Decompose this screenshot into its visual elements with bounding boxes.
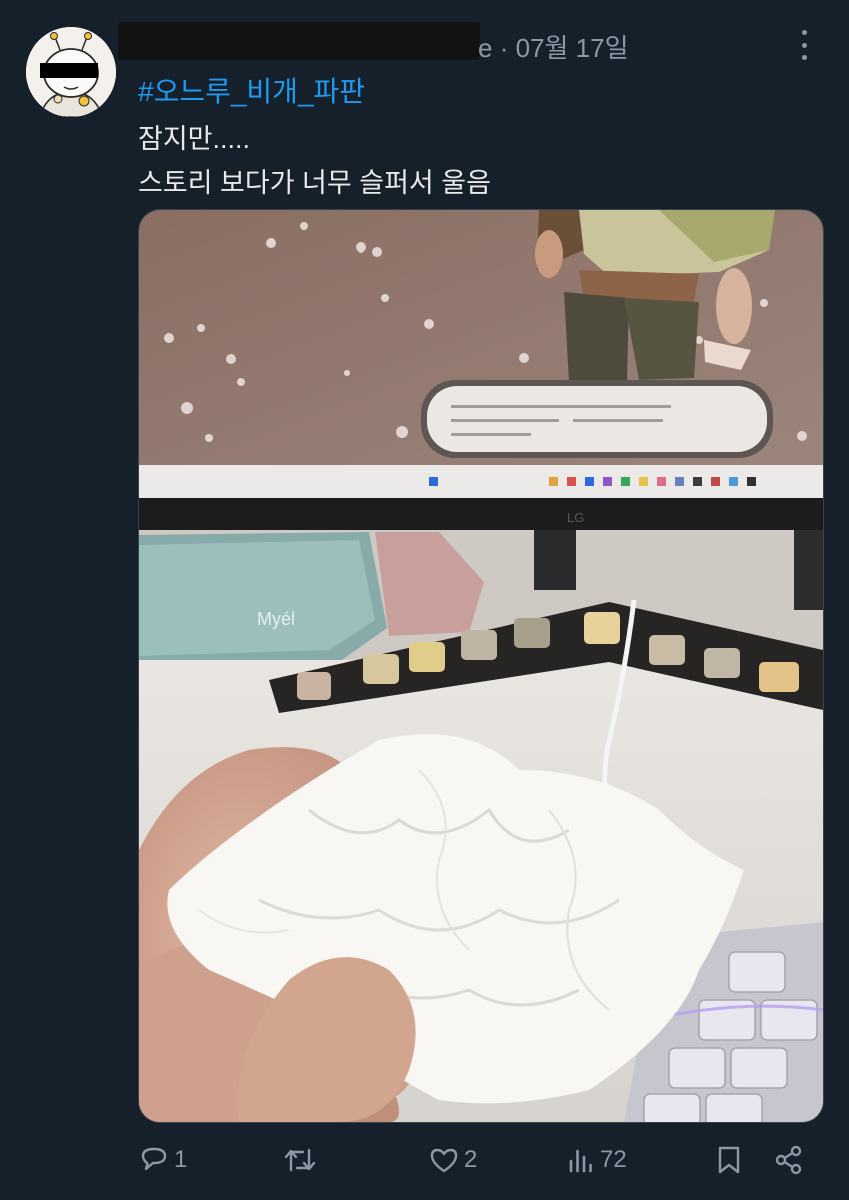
views-icon bbox=[569, 1149, 592, 1173]
handle-tail: e bbox=[478, 33, 493, 63]
tweet-photo[interactable]: LG Myél bbox=[138, 209, 824, 1123]
more-vertical-icon[interactable] bbox=[792, 30, 816, 60]
like-button[interactable]: 2 bbox=[428, 1144, 477, 1176]
reply-icon bbox=[141, 1147, 167, 1171]
tweet-actions: 1 2 72 bbox=[0, 1140, 849, 1184]
retweet-button[interactable] bbox=[282, 1144, 322, 1176]
bookmark-icon bbox=[718, 1146, 740, 1174]
svg-text:LG: LG bbox=[567, 510, 584, 525]
views-count: 72 bbox=[600, 1146, 627, 1173]
avatar[interactable] bbox=[26, 27, 116, 117]
tweet-meta: e · 07월 17일 bbox=[478, 28, 629, 65]
share-icon bbox=[775, 1145, 802, 1175]
reply-button[interactable]: 1 bbox=[138, 1144, 187, 1176]
tweet-date[interactable]: 07월 17일 bbox=[516, 33, 629, 63]
tweet-text-line-2: 스토리 보다가 너무 슬퍼서 울음 bbox=[138, 168, 491, 198]
heart-icon bbox=[430, 1148, 458, 1173]
tweet-text-line-1: 잠지만..... bbox=[138, 124, 251, 154]
reply-count: 1 bbox=[174, 1146, 188, 1173]
svg-text:Myél: Myél bbox=[257, 609, 295, 629]
share-button[interactable] bbox=[773, 1144, 805, 1176]
meta-separator: · bbox=[499, 33, 509, 63]
bookmark-button[interactable] bbox=[715, 1144, 743, 1176]
views-button[interactable]: 72 bbox=[566, 1144, 627, 1176]
like-count: 2 bbox=[464, 1146, 478, 1173]
hashtag-link[interactable]: #오느루_비개_파판 bbox=[138, 70, 365, 110]
redacted-username bbox=[118, 22, 480, 60]
retweet-icon bbox=[284, 1148, 316, 1172]
